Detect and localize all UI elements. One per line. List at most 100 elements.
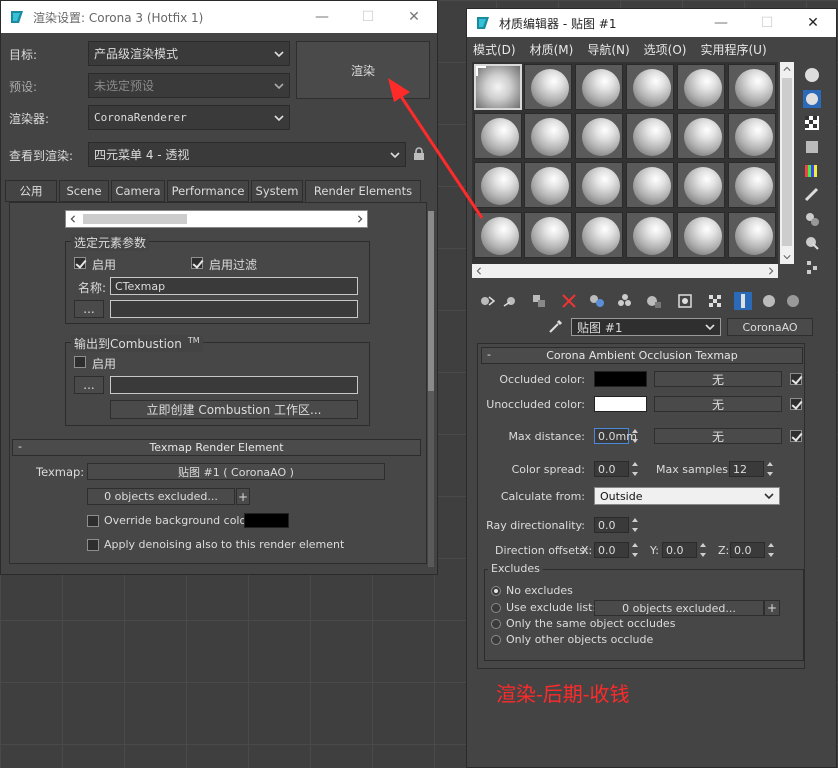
color-spread-spinner[interactable] — [631, 461, 639, 477]
sample-slot[interactable] — [728, 64, 776, 110]
reset-map-icon[interactable] — [560, 292, 578, 310]
sample-slot[interactable] — [575, 64, 623, 110]
scroll-down-icon[interactable] — [783, 253, 791, 261]
video-color-check-icon[interactable] — [803, 162, 821, 180]
tab-render-elements[interactable]: Render Elements — [305, 180, 421, 202]
max-samples-input[interactable]: 12 — [729, 461, 764, 477]
sample-slot[interactable] — [575, 212, 623, 258]
elements-list-hscroll[interactable] — [65, 210, 368, 228]
sample-slot[interactable] — [626, 162, 674, 208]
panel-scrollbar[interactable] — [428, 211, 434, 567]
maximize-button[interactable]: ☐ — [744, 9, 790, 37]
minimize-button[interactable]: — — [698, 9, 744, 37]
unoccluded-map-button[interactable]: 无 — [654, 396, 782, 412]
ao-rollout-header[interactable]: - Corona Ambient Occlusion Texmap — [481, 347, 803, 364]
occluded-color-swatch[interactable] — [594, 371, 647, 387]
put-material-icon[interactable] — [502, 292, 520, 310]
maximize-button[interactable]: ☐ — [345, 1, 391, 33]
enable-filter-checkbox[interactable] — [191, 257, 203, 269]
sample-slot[interactable] — [474, 113, 522, 159]
options-icon[interactable] — [803, 210, 821, 228]
render-button[interactable]: 渲染 — [296, 41, 430, 99]
material-id-channel-icon[interactable] — [644, 292, 662, 310]
get-material-icon[interactable] — [478, 292, 496, 310]
make-unique-icon[interactable] — [588, 292, 606, 310]
sample-slot[interactable] — [575, 113, 623, 159]
select-by-material-icon[interactable] — [803, 234, 821, 252]
texmap-rollout-header[interactable]: - Texmap Render Element — [12, 439, 421, 456]
minimize-button[interactable]: — — [299, 1, 345, 33]
sample-slot[interactable] — [728, 162, 776, 208]
max-distance-spinner[interactable] — [631, 428, 639, 444]
target-dropdown[interactable]: 产品级渲染模式 — [88, 41, 290, 66]
sample-slot[interactable] — [575, 162, 623, 208]
sample-slot[interactable] — [474, 162, 522, 208]
sample-slot[interactable] — [677, 113, 725, 159]
sample-slot[interactable] — [677, 162, 725, 208]
menu-navigation[interactable]: 导航(N) — [587, 41, 629, 58]
create-combustion-button[interactable]: 立即创建 Combustion 工作区... — [110, 400, 358, 419]
sample-slot[interactable] — [474, 212, 522, 258]
combustion-path-input[interactable] — [110, 376, 358, 394]
sample-slot[interactable] — [728, 212, 776, 258]
occluded-map-toggle[interactable] — [790, 373, 802, 385]
add-exclude-button[interactable]: + — [236, 488, 250, 505]
texmap-button[interactable]: 贴图 #1 ( CoronaAO ) — [87, 463, 385, 480]
sample-slot[interactable] — [524, 162, 572, 208]
view-dropdown[interactable]: 四元菜单 4 - 透视 — [88, 142, 406, 167]
preset-dropdown[interactable]: 未选定预设 — [88, 73, 290, 98]
no-excludes-radio[interactable] — [491, 586, 501, 596]
sample-slot[interactable] — [728, 113, 776, 159]
tab-performance[interactable]: Performance — [167, 180, 249, 202]
sample-slot[interactable] — [524, 64, 572, 110]
scroll-left-icon[interactable] — [475, 267, 483, 275]
go-to-parent-icon[interactable] — [760, 292, 778, 310]
color-spread-input[interactable]: 0.0 — [594, 461, 629, 477]
show-background-icon[interactable] — [706, 292, 724, 310]
sample-slot[interactable] — [626, 64, 674, 110]
add-exclude-button[interactable]: + — [764, 600, 780, 616]
assign-material-icon[interactable] — [530, 292, 548, 310]
use-exclude-list-radio[interactable] — [491, 603, 501, 613]
slots-hscroll[interactable] — [472, 264, 778, 278]
show-end-result-icon[interactable] — [734, 292, 752, 310]
sample-slot[interactable] — [524, 212, 572, 258]
scroll-left-icon[interactable] — [69, 215, 77, 223]
combustion-enable-checkbox[interactable] — [74, 356, 86, 368]
sample-slot[interactable] — [524, 113, 572, 159]
apply-denoise-checkbox[interactable] — [87, 539, 99, 551]
x-offset-input[interactable]: 0.0 — [594, 542, 629, 558]
scroll-right-icon[interactable] — [356, 215, 364, 223]
go-forward-sibling-icon[interactable] — [784, 292, 802, 310]
override-bg-checkbox[interactable] — [87, 515, 99, 527]
scroll-right-icon[interactable] — [767, 267, 775, 275]
z-offset-spinner[interactable] — [767, 542, 775, 558]
menu-material[interactable]: 材质(M) — [530, 41, 574, 58]
y-offset-spinner[interactable] — [699, 542, 707, 558]
uv-tiling-icon[interactable] — [803, 138, 821, 156]
other-objects-radio[interactable] — [491, 635, 501, 645]
ray-dir-spinner[interactable] — [631, 517, 639, 533]
sample-slot[interactable] — [626, 113, 674, 159]
max-distance-map-toggle[interactable] — [790, 430, 802, 442]
tab-common[interactable]: 公用 — [5, 180, 57, 202]
name-input[interactable]: CTexmap — [110, 277, 358, 295]
sample-slot[interactable] — [677, 212, 725, 258]
scroll-up-icon[interactable] — [783, 65, 791, 73]
backlight-icon[interactable] — [803, 90, 821, 108]
excluded-objects-button[interactable]: 0 objects excluded... — [87, 488, 235, 505]
tab-scene[interactable]: Scene — [59, 180, 109, 202]
combustion-browse-button[interactable]: ... — [74, 376, 104, 394]
x-offset-spinner[interactable] — [631, 542, 639, 558]
map-type-button[interactable]: CoronaAO — [727, 318, 813, 336]
eyedropper-icon[interactable] — [547, 317, 565, 335]
same-object-radio[interactable] — [491, 619, 501, 629]
override-bg-color[interactable] — [244, 513, 289, 528]
enable-checkbox[interactable] — [74, 257, 86, 269]
output-path-input[interactable] — [110, 300, 358, 318]
z-offset-input[interactable]: 0.0 — [730, 542, 765, 558]
put-to-library-icon[interactable] — [616, 292, 634, 310]
menu-utilities[interactable]: 实用程序(U) — [700, 41, 766, 58]
ray-dir-input[interactable]: 0.0 — [594, 517, 629, 533]
map-name-dropdown[interactable]: 贴图 #1 — [571, 318, 721, 336]
